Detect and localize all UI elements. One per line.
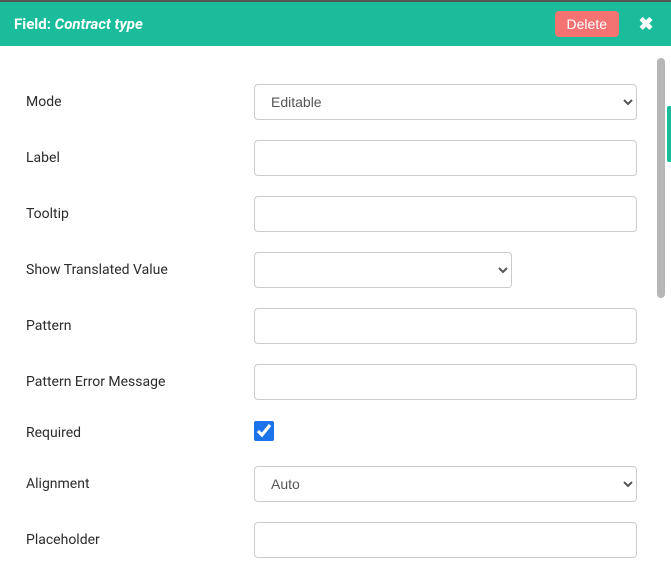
label-mode: Mode [26, 94, 254, 110]
modal-header: Field: Contract type Delete ✖ [0, 2, 671, 46]
row-mode: Mode Editable [26, 74, 637, 130]
label-pattern: Pattern [26, 318, 254, 334]
row-label: Label [26, 130, 637, 186]
modal-title-prefix: Field: [14, 15, 55, 33]
close-button[interactable]: ✖ [635, 13, 657, 35]
tooltip-input[interactable] [254, 196, 637, 232]
placeholder-input[interactable] [254, 522, 637, 558]
mode-select[interactable]: Editable [254, 84, 637, 120]
label-alignment: Alignment [26, 476, 254, 492]
row-tooltip: Tooltip [26, 186, 637, 242]
label-tooltip: Tooltip [26, 206, 254, 222]
row-pattern-error: Pattern Error Message [26, 354, 637, 410]
scrollbar-thumb[interactable] [657, 58, 665, 298]
required-checkbox[interactable] [254, 421, 274, 441]
row-show-translated: Show Translated Value [26, 242, 637, 298]
close-icon: ✖ [638, 14, 653, 35]
label-input[interactable] [254, 140, 637, 176]
modal-title: Field: Contract type [14, 15, 555, 33]
show-translated-select[interactable] [254, 252, 512, 288]
row-alignment: Alignment Auto [26, 456, 637, 512]
label-show-translated: Show Translated Value [26, 262, 254, 278]
pattern-error-input[interactable] [254, 364, 637, 400]
alignment-select[interactable]: Auto [254, 466, 637, 502]
field-edit-modal: Field: Contract type Delete ✖ Mode Edita… [0, 2, 671, 571]
label-pattern-error: Pattern Error Message [26, 374, 254, 390]
label-placeholder: Placeholder [26, 532, 254, 548]
pattern-input[interactable] [254, 308, 637, 344]
modal-title-value: Contract type [55, 15, 143, 33]
modal-body-wrap: Mode Editable Label Tooltip [0, 46, 671, 571]
label-label: Label [26, 150, 254, 166]
row-required: Required [26, 410, 637, 456]
delete-button[interactable]: Delete [555, 11, 619, 37]
label-required: Required [26, 425, 254, 441]
edge-indicator [667, 106, 671, 162]
row-pattern: Pattern [26, 298, 637, 354]
row-placeholder: Placeholder [26, 512, 637, 568]
modal-body: Mode Editable Label Tooltip [0, 46, 671, 571]
